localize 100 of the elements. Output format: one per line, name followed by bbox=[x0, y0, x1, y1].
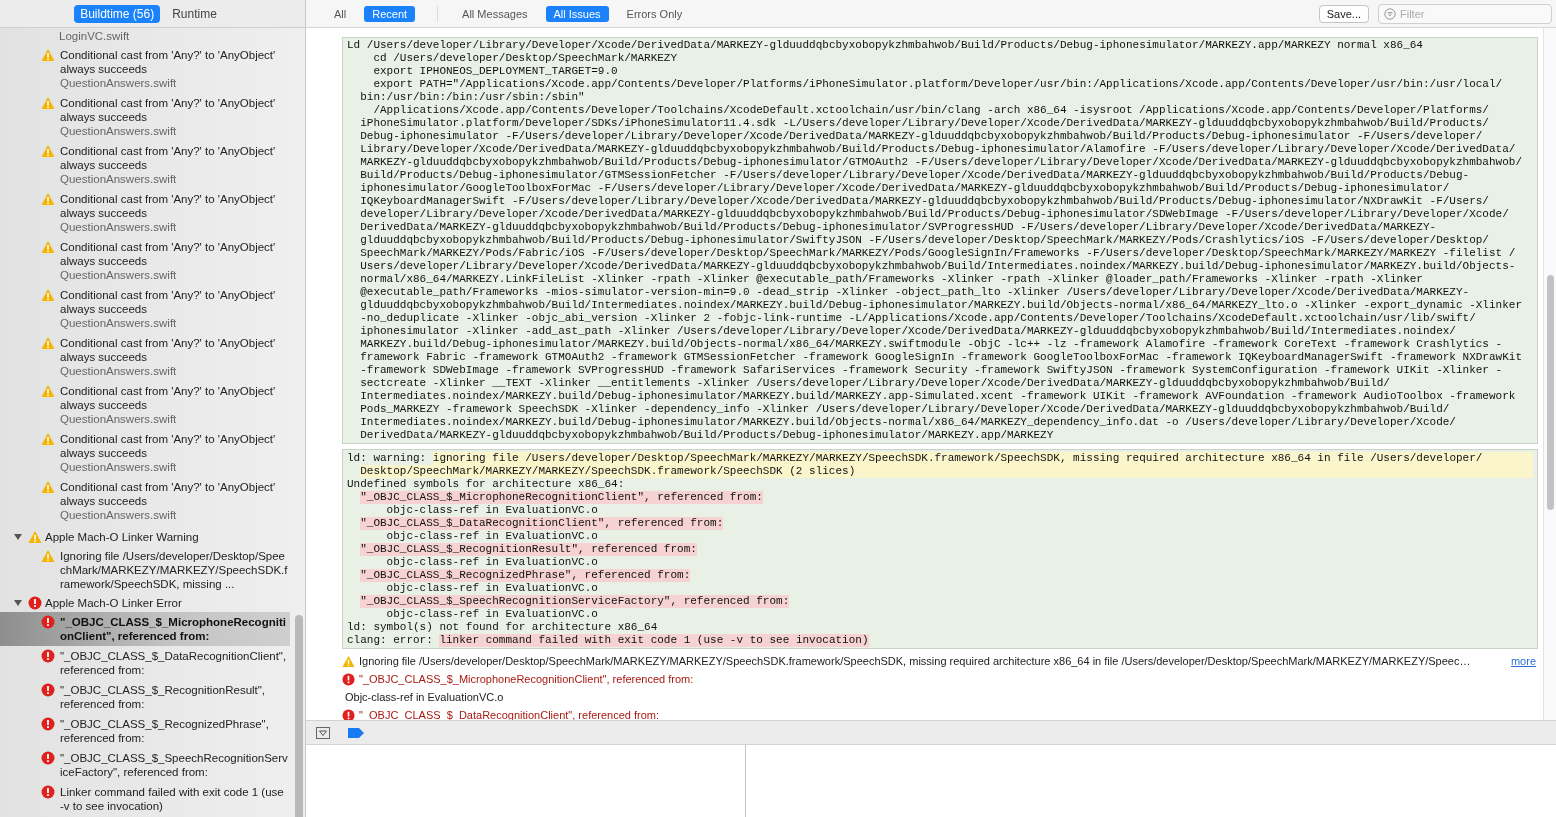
disclosure-icon[interactable] bbox=[13, 598, 23, 608]
filter-tab[interactable]: Errors Only bbox=[618, 5, 691, 22]
warning-icon bbox=[41, 96, 55, 110]
log-line: Ld /Users/developer/Library/Developer/Xcode/DerivedData/MARKEZY-glduuddqbcbyxobopykzhmbahwob/Build/Products/Debug-iphonesimulator/MARKEZY.app/MARKEZY normal x86_64 bbox=[347, 39, 1424, 52]
log-text: objc-class-ref in EvaluationVC.o bbox=[386, 556, 598, 569]
issue-item[interactable]: Conditional cast from 'Any?' to 'AnyObject' always succeeds QuestionAnswers.swift bbox=[0, 384, 290, 432]
log-line: DerivedData/MARKEZY-glduuddqbcbyxobopykzhmbahwob/Build/Products/Debug-iphonesimulator/MARKEZY.app/MARKEZY bbox=[359, 429, 1055, 442]
log-line: normal/x86_64/MARKEZY.LinkFileList -Xlinker -rpath -Xlinker @executable_path/Frameworks -Xlinker -rpath -Xlinker @loader_path/Frameworks -Xlinker -rpath -Xlinker bbox=[359, 273, 1424, 286]
issue-item[interactable]: Conditional cast from 'Any?' to 'AnyObject' always succeeds QuestionAnswers.swift bbox=[0, 48, 290, 96]
issue-item[interactable]: Ignoring file /Users/developer/Desktop/SpeechMark/MARKEZY/MARKEZY/SpeechSDK.framework/SpeechSDK, missing ... bbox=[0, 546, 290, 594]
log-line: Library/Developer/Xcode/DerivedData/MARKEZY-glduuddqbcbyxobopykzhmbahwob/Build/Products/Debug-iphonesimulator/Alamofire -F/Users/developer/Library/Developer/Xcode/DerivedData/ bbox=[359, 143, 1517, 156]
warning-highlight: Desktop/SpeechMark/MARKEZY/MARKEZY/SpeechSDK.framework/SpeechSDK (2 slices) bbox=[360, 465, 1533, 478]
log-line: export IPHONEOS_DEPLOYMENT_TARGET=9.0 bbox=[372, 65, 619, 78]
issue-item[interactable]: Conditional cast from 'Any?' to 'AnyObject' always succeeds QuestionAnswers.swift bbox=[0, 144, 290, 192]
log-text: objc-class-ref in EvaluationVC.o bbox=[386, 608, 598, 621]
error-highlight: "_OBJC_CLASS_$_MicrophoneRecognitionClient", referenced from: bbox=[360, 491, 763, 504]
issue-item[interactable]: "_OBJC_CLASS_$_MicrophoneRecognitionClient", referenced from: bbox=[0, 612, 290, 646]
warning-icon bbox=[41, 48, 55, 62]
file-name: LoginVC.swift bbox=[58, 29, 131, 43]
warning-icon bbox=[342, 654, 355, 668]
issue-item[interactable]: Conditional cast from 'Any?' to 'AnyObject' always succeeds QuestionAnswers.swift bbox=[0, 240, 290, 288]
log-line: /Applications/Xcode.app/Contents/Developer/Toolchains/XcodeDefault.xctoolchain/usr/bin/clang -arch x86_64 -isysroot /Applications/Xcode.app/Contents/Developer/Platforms/ bbox=[372, 104, 1490, 117]
warning-icon bbox=[41, 288, 55, 302]
issue-item[interactable]: "_OBJC_CLASS_$_RecognitionResult", referenced from: bbox=[0, 680, 290, 714]
issue-item[interactable]: Linker command failed with exit code 1 (use -v to see invocation) bbox=[0, 782, 290, 816]
log-text: objc-class-ref in EvaluationVC.o bbox=[386, 504, 598, 517]
warning-icon bbox=[28, 530, 42, 544]
log-text: objc-class-ref in EvaluationVC.o bbox=[386, 530, 598, 543]
log-text: clang: error: bbox=[347, 634, 433, 647]
log-line: glduuddqbcbyxobopykzhmbahwob/Build/Intermediates.noindex/MARKEZY.build/Debug-iphonesimulator/MARKEZY.build/Objects-normal/x86_64/MARKEZY_lto.o -Xlinker -export_dynamic -Xlinker bbox=[359, 299, 1523, 312]
log-line: Users/developer/Library/Developer/Xcode/DerivedData/MARKEZY-glduuddqbcbyxobopykzhmbahwob/Build/Intermediates.noindex/MARKEZY.build/Debug-iphonesimulator/MARKEZY.build/Objects- bbox=[359, 260, 1517, 273]
issue-item[interactable]: Conditional cast from 'Any?' to 'AnyObject' always succeeds QuestionAnswers.swift bbox=[0, 192, 290, 240]
log-line: developer/Library/Developer/Xcode/DerivedData/MARKEZY-glduuddqbcbyxobopykzhmbahwob/Build/Products/Debug-iphonesimulator/SDWebImage -F/Users/developer/Library/Developer/Xcode/ bbox=[359, 208, 1510, 221]
warning-icon bbox=[41, 240, 55, 254]
scope-tab[interactable]: Recent bbox=[364, 5, 416, 22]
error-icon bbox=[41, 649, 55, 663]
error-highlight: "_OBJC_CLASS_$_RecognitionResult", referenced from: bbox=[360, 543, 697, 556]
log-text: ld: warning: bbox=[347, 452, 427, 465]
error-highlight: "_OBJC_CLASS_$_DataRecognitionClient", referenced from: bbox=[360, 517, 724, 530]
error-highlight: linker command failed with exit code 1 (use -v to see invocation) bbox=[439, 634, 869, 647]
error-icon bbox=[342, 708, 355, 720]
log-line: Intermediates.noindex/MARKEZY.build/Debug-iphonesimulator/MARKEZY.build/MARKEZY.app-Simulated.xcent -framework UIKit -framework AVFoundation -framework AudioToolbox -framework bbox=[359, 390, 1517, 403]
log-line: @executable_path/Frameworks -mios-simulator-version-min=9.0 -dead_strip -Xlinker -object_path_lto -Xlinker /Users/developer/Library/Developer/Xcode/DerivedData/MARKEZY- bbox=[359, 286, 1471, 299]
error-icon bbox=[41, 683, 55, 697]
error-highlight: "_OBJC_CLASS_$_SpeechRecognitionServiceFactory", referenced from: bbox=[360, 595, 790, 608]
issue-item[interactable]: Conditional cast from 'Any?' to 'AnyObject' always succeeds QuestionAnswers.swift bbox=[0, 336, 290, 384]
issue-item[interactable]: Conditional cast from 'Any?' to 'AnyObject' always succeeds QuestionAnswers.swift bbox=[0, 96, 290, 144]
warning-icon bbox=[41, 432, 55, 446]
segment-tab[interactable]: Buildtime (56) bbox=[74, 4, 161, 23]
issue-item[interactable]: Conditional cast from 'Any?' to 'AnyObject' always succeeds QuestionAnswers.swift bbox=[0, 288, 290, 336]
log-text: objc-class-ref in EvaluationVC.o bbox=[386, 582, 598, 595]
log-line: iphonesimulator/GoogleToolboxForMac -F/Users/developer/Library/Developer/Xcode/DerivedData/MARKEZY-glduuddqbcbyxobopykzhmbahwob/Build/Products/Debug-iphonesimulator/ bbox=[359, 182, 1451, 195]
filter-tab[interactable]: All Messages bbox=[454, 5, 536, 22]
warning-highlight: ignoring file /Users/developer/Desktop/SpeechMark/MARKEZY/MARKEZY/SpeechSDK.framework/SpeechSDK, missing required architecture x86_64 in file /Users/developer/ bbox=[432, 452, 1533, 465]
warning-icon bbox=[41, 336, 55, 350]
warning-icon bbox=[41, 192, 55, 206]
log-line: MARKEZY-glduuddqbcbyxobopykzhmbahwob/Build/Products/Debug-iphonesimulator/GTMOAuth2 -F/Users/developer/Library/Developer/Xcode/DerivedData/MARKEZY-glduuddqbcbyxobopykzhmbahwob/ bbox=[359, 156, 1523, 169]
filter-tab[interactable]: All Issues bbox=[545, 5, 609, 22]
issue-group[interactable]: Apple Mach-O Linker Error bbox=[0, 594, 305, 612]
log-line: DerivedData/MARKEZY-glduuddqbcbyxobopykzhmbahwob/Build/Products/Debug-iphonesimulator/SVProgressHUD -F/Users/developer/Library/Developer/Xcode/DerivedData/MARKEZY- bbox=[359, 221, 1438, 234]
error-icon bbox=[41, 615, 55, 629]
issue-item[interactable]: "_OBJC_CLASS_$_DataRecognitionClient", referenced from: bbox=[0, 646, 290, 680]
log-line: iPhoneSimulator.platform/Developer/SDKs/iPhoneSimulator11.4.sdk -L/Users/developer/Library/Developer/Xcode/DerivedData/MARKEZY-glduuddqbcbyxobopykzhmbahwob/Build/Products/ bbox=[359, 117, 1490, 130]
issue-message: Ignoring file /Users/developer/Desktop/SpeechMark/MARKEZY/MARKEZY/SpeechSDK.framework/SpeechSDK, missing required architecture x86_64 in file /Users/developer/Desktop/SpeechMark/MARKEZY/MARKEZY/Speec… bbox=[359, 655, 1472, 667]
disclosure-icon[interactable] bbox=[13, 532, 23, 542]
error-icon bbox=[41, 751, 55, 765]
tag-icon[interactable] bbox=[348, 727, 364, 738]
log-line: Intermediates.noindex/MARKEZY.build/Debug-iphonesimulator/MARKEZY.build/Objects-normal/x86_64/MARKEZY_dependency_info.dat -o /Users/developer/Library/Developer/Xcode/ bbox=[359, 416, 1457, 429]
log-line: Debug-iphonesimulator -F/Users/developer/Library/Developer/Xcode/DerivedData/MARKEZY-glduuddqbcbyxobopykzhmbahwob/Build/Products/Debug-iphonesimulator -F/Users/developer/ bbox=[359, 130, 1484, 143]
issue-item[interactable]: Conditional cast from 'Any?' to 'AnyObject' always succeeds QuestionAnswers.swift bbox=[0, 480, 290, 528]
warning-icon bbox=[41, 480, 55, 494]
log-line: glduuddqbcbyxobopykzhmbahwob/Build/Products/Debug-iphonesimulator/SwiftyJSON -F/Users/developer/Desktop/SpeechMark/MARKEZY/Pods/Crashlytics/iOS -F/Users/developer/Desktop/ bbox=[359, 234, 1490, 247]
log-line: IQKeyboardManagerSwift -F/Users/developer/Library/Developer/Xcode/DerivedData/MARKEZY-glduuddqbcbyxobopykzhmbahwob/Build/Products/Debug-iphonesimulator/NXDrawKit -F/Users/ bbox=[359, 195, 1490, 208]
filter-icon bbox=[1384, 7, 1396, 20]
log-line: export PATH="/Applications/Xcode.app/Contents/Developer/Platforms/iPhoneSimulator.platform/Developer/usr/bin:/Applications/Xcode.app/Contents/Developer/usr/bin:/usr/local/ bbox=[372, 78, 1504, 91]
issue-item[interactable]: "_OBJC_CLASS_$_SpeechRecognitionServiceFactory", referenced from: bbox=[0, 748, 290, 782]
save-button[interactable]: Save... bbox=[1318, 4, 1369, 23]
segment-tab[interactable]: Runtime bbox=[166, 4, 223, 23]
log-line: sectcreate -Xlinker __TEXT -Xlinker __entitlements -Xlinker /Users/developer/Library/Developer/Xcode/DerivedData/MARKEZY-glduuddqbcbyxobopykzhmbahwob/Build/ bbox=[359, 377, 1391, 390]
log-line: -no_deduplicate -Xlinker -objc_abi_version -Xlinker 2 -fobjc-link-runtime -L/Applications/Xcode.app/Contents/Developer/Toolchains/XcodeDefault.xctoolchain/usr/lib/swift/ bbox=[359, 312, 1477, 325]
error-icon bbox=[28, 596, 42, 610]
log-text: ld: symbol(s) not found for architecture x86_64 bbox=[347, 621, 658, 634]
warning-icon bbox=[41, 384, 55, 398]
log-line: bin:/usr/bin:/bin:/usr/sbin:/sbin" bbox=[359, 91, 586, 104]
log-line: SpeechMark/MARKEZY/Pods/Fabric/iOS -F/Users/developer/Desktop/SpeechMark/MARKEZY/Pods/GoogleSignIn/Frameworks -F/Users/developer/Desktop/SpeechMark/MARKEZY/MARKEZY -filelist / bbox=[359, 247, 1517, 260]
log-line: Build/Products/Debug-iphonesimulator/GTMSessionFetcher -F/Users/developer/Library/Developer/Xcode/DerivedData/MARKEZY-glduuddqbcbyxobopykzhmbahwob/Build/Products/Debug- bbox=[359, 169, 1471, 182]
issue-item[interactable]: "_OBJC_CLASS_$_RecognizedPhrase", referenced from: bbox=[0, 714, 290, 748]
log-line: iphonesimulator -Xlinker -add_ast_path -Xlinker /Users/developer/Library/Developer/Xcode/DerivedData/MARKEZY-glduuddqbcbyxobopykzhmbahwob/Build/Intermediates.noindex/ bbox=[359, 325, 1457, 338]
issue-item[interactable]: Conditional cast from 'Any?' to 'AnyObject' always succeeds QuestionAnswers.swift bbox=[0, 432, 290, 480]
issue-group[interactable]: Apple Mach-O Linker Warning bbox=[0, 528, 305, 546]
filter-menu-icon[interactable] bbox=[316, 726, 330, 739]
error-icon bbox=[342, 672, 355, 686]
filter-field[interactable]: Filter bbox=[1378, 3, 1552, 24]
scrollbar-thumb[interactable] bbox=[295, 615, 303, 817]
scrollbar-thumb[interactable] bbox=[1547, 275, 1554, 510]
log-line: framework Fabric -framework GTMOAuth2 -framework GTMSessionFetcher -framework GoogleSignIn -framework GoogleToolboxForMac -framework IQKeyboardManagerSwift -framework NXDrawKit bbox=[359, 351, 1523, 364]
more-link[interactable]: more bbox=[1510, 655, 1536, 667]
log-line: cd /Users/developer/Desktop/SpeechMark/MARKEZY bbox=[372, 52, 679, 65]
scope-tab[interactable]: All bbox=[326, 5, 355, 22]
error-highlight: "_OBJC_CLASS_$_RecognizedPhrase", referenced from: bbox=[360, 569, 691, 582]
